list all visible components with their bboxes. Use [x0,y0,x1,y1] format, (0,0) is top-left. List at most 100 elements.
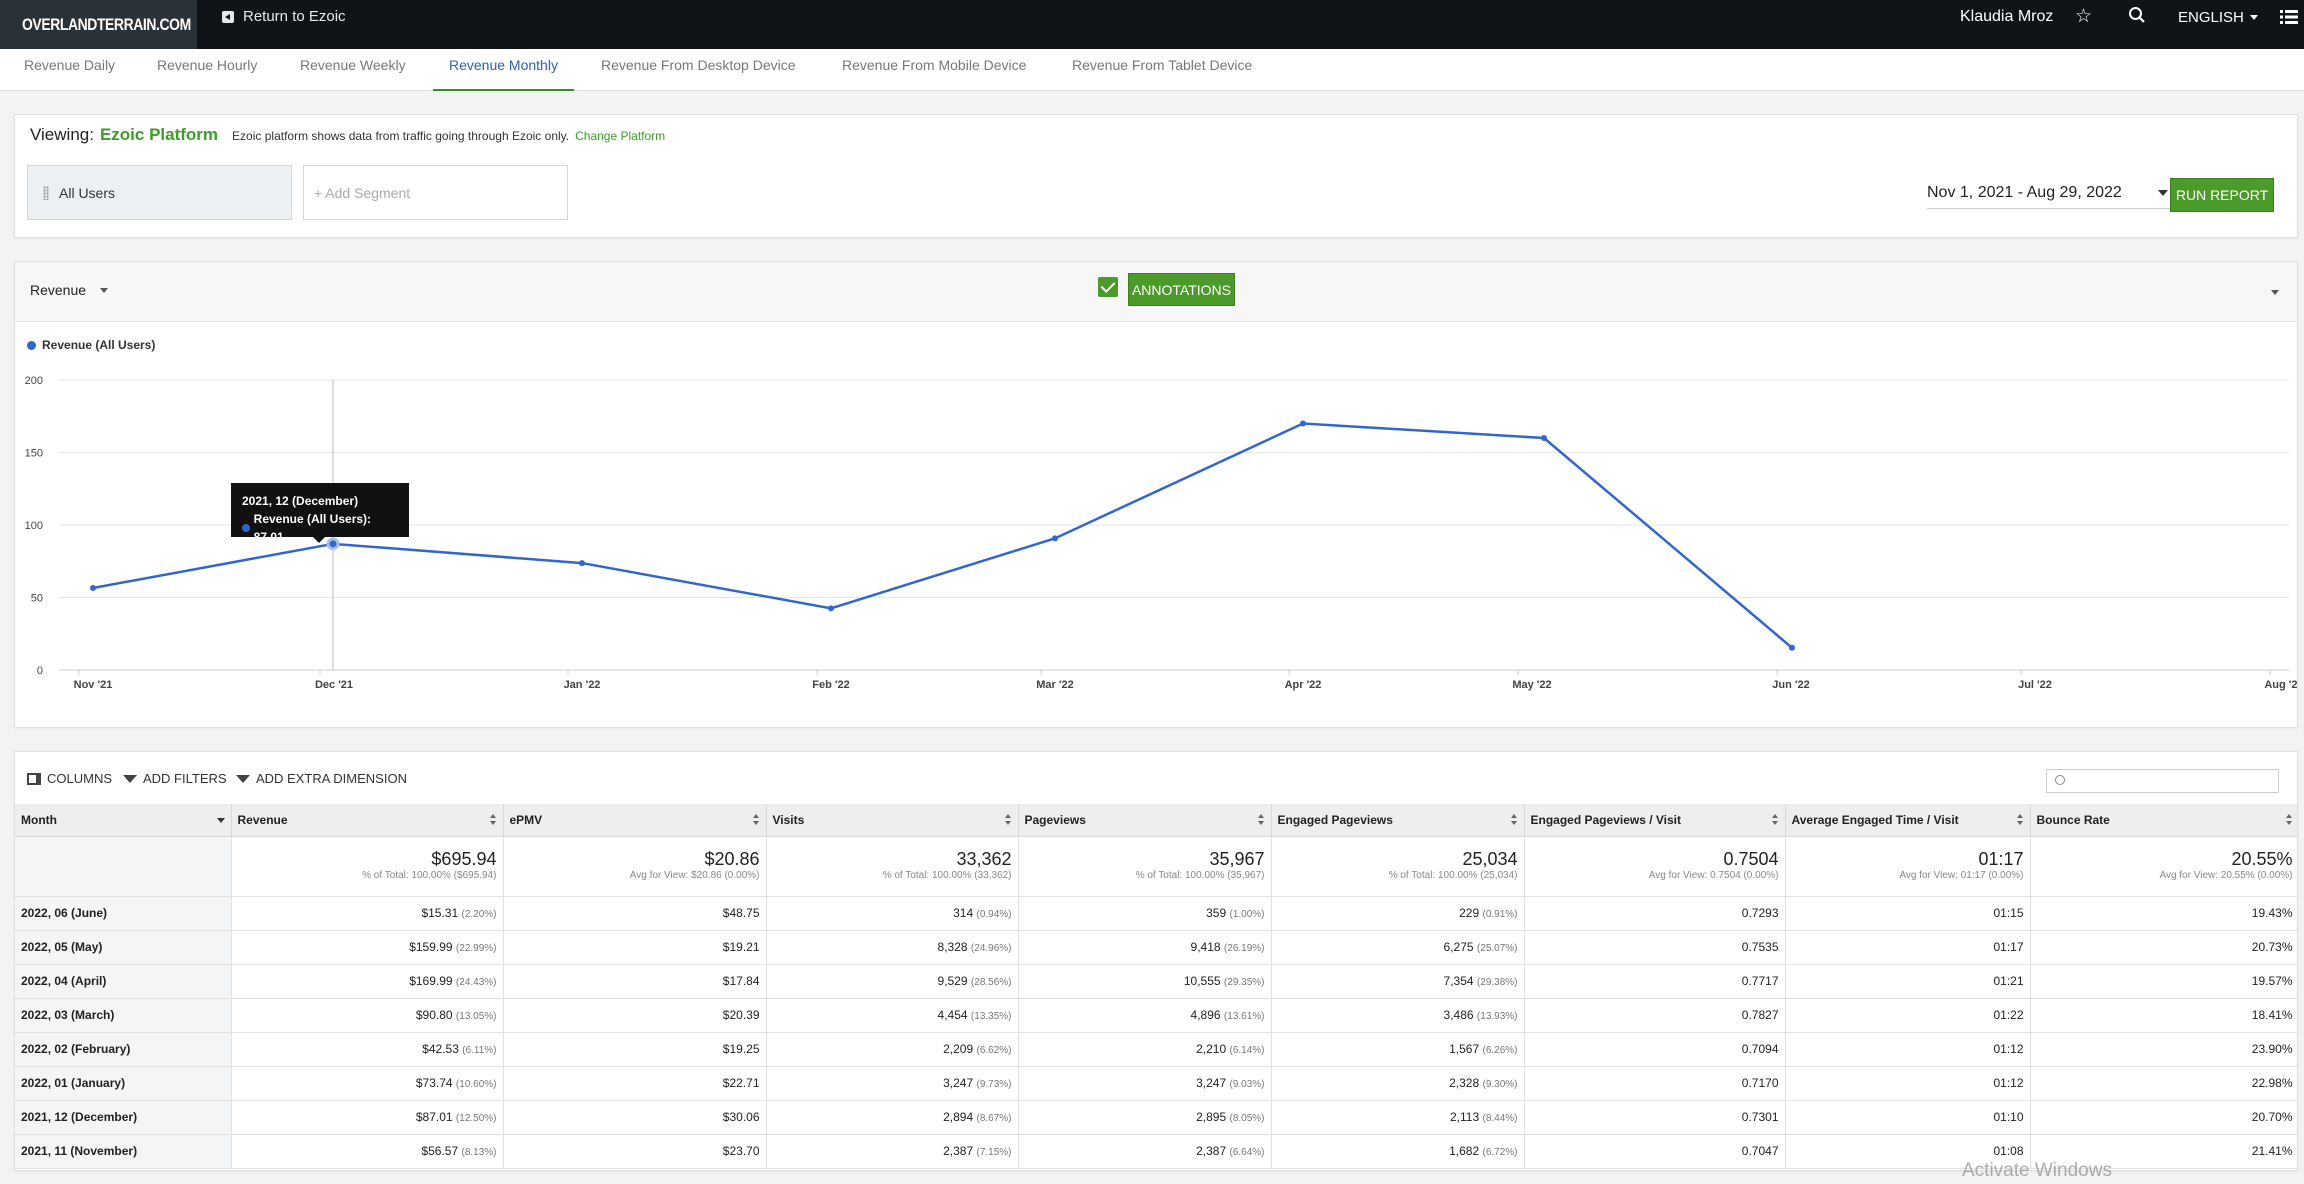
cell-value: 2,328 [1449,1076,1480,1090]
cell-percent: (6.14%) [1229,1045,1265,1056]
column-header-label: Engaged Pageviews / Visit [1530,812,1682,827]
cell-value: 01:21 [1993,974,2024,988]
table-row[interactable]: 2022, 06 (June) $15.31 (2.20%) $48.75 314 (… [15,896,2297,931]
table-search-input[interactable] [2046,769,2279,793]
table-body: $695.94% of Total: 100.00% ($695.94) $20.… [15,836,2297,1169]
cell-percent: (6.64%) [1229,1147,1265,1158]
cell-value: 2021, 12 (December) [21,1110,138,1124]
change-platform-link[interactable]: Change Platform [575,129,665,143]
search-icon[interactable] [2128,6,2146,24]
cell-value: 9,418 [1190,940,1221,954]
add-segment-button[interactable]: + Add Segment [303,165,568,220]
column-header[interactable]: Bounce Rate [2030,804,2297,837]
table-cell-revenue: $15.31 (2.20%) [231,896,504,931]
column-header[interactable]: Pageviews [1018,804,1272,837]
cell-value: 19.43% [2251,906,2293,920]
column-header-label: ePMV [509,812,543,827]
sort-icon[interactable] [752,814,759,826]
viewing-platform: Viewing: Ezoic Platform Ezoic platform s… [30,125,665,145]
add-filters-label: ADD FILTERS [143,771,227,786]
cell-value: 8,328 [937,940,968,954]
table-cell-time: 01:17 [1785,930,2031,965]
chevron-down-icon[interactable] [216,818,225,823]
collapse-chart-icon[interactable] [2271,290,2279,295]
column-header[interactable]: ePMV [503,804,767,837]
sort-icon[interactable] [489,814,496,826]
metric-dropdown[interactable]: Revenue [30,282,109,298]
tab-revenue-monthly[interactable]: Revenue Monthly [433,49,574,91]
add-filters-button[interactable]: ADD FILTERS [123,771,227,786]
table-row[interactable]: 2022, 04 (April) $169.99 (24.43%) $17.84 9,… [15,964,2297,999]
sort-icon[interactable] [1257,814,1264,826]
add-dimension-button[interactable]: ADD EXTRA DIMENSION [236,771,407,786]
menu-list-icon[interactable] [2280,10,2298,24]
sort-icon[interactable] [1771,814,1778,826]
column-header[interactable]: Engaged Pageviews / Visit [1524,804,1786,837]
drag-handle-icon[interactable] [43,185,49,200]
cell-value: $48.75 [722,906,760,920]
sort-icon[interactable] [1004,814,1011,826]
x-tick-label: Apr '22 [1285,679,1322,691]
tab-revenue-desktop[interactable]: Revenue From Desktop Device [585,49,812,91]
tab-revenue-daily[interactable]: Revenue Daily [8,49,131,91]
cell-percent: (13.35%) [970,1011,1012,1022]
cell-value: 6,275 [1443,940,1474,954]
sort-icon[interactable] [1510,814,1517,826]
platform-description: Ezoic platform shows data from traffic g… [232,129,570,143]
date-range-picker[interactable]: Nov 1, 2021 - Aug 29, 2022 [1927,184,2172,209]
total-subtext: Avg for View: 0.7504 (0.00%) [1648,869,1779,881]
table-row[interactable]: 2022, 01 (January) $73.74 (10.60%) $22.71 3… [15,1066,2297,1101]
sort-icon[interactable] [2285,814,2292,826]
cell-value: 2022, 01 (January) [21,1076,126,1090]
table-row[interactable]: 2022, 02 (February) $42.53 (6.11%) $19.25 2… [15,1032,2297,1067]
table-cell-month: 2021, 11 (November) [15,1134,232,1169]
table-cell-visits: 4,454 (13.35%) [766,998,1019,1033]
cell-value: 20.73% [2251,940,2293,954]
cell-value: 314 [953,906,974,920]
sort-icon[interactable] [2016,814,2023,826]
segment-card: Viewing: Ezoic Platform Ezoic platform s… [14,114,2298,238]
total-value: 01:17 [1978,848,2024,869]
cell-value: $23.70 [722,1144,760,1158]
columns-button[interactable]: COLUMNS [27,771,112,786]
table-row[interactable]: 2021, 11 (November) $56.57 (8.13%) $23.70 2… [15,1134,2297,1169]
cell-value: 19.57% [2251,974,2293,988]
run-report-button[interactable]: RUN REPORT [2170,178,2274,212]
star-icon[interactable]: ☆ [2075,5,2092,28]
cell-percent: (13.61%) [1223,1011,1265,1022]
annotations-button[interactable]: ANNOTATIONS [1128,273,1235,306]
cell-percent: (29.38%) [1476,977,1518,988]
column-header[interactable]: Revenue [231,804,504,837]
return-to-ezoic-link[interactable]: Return to Ezoic [222,8,346,25]
cell-value: 1,682 [1449,1144,1480,1158]
table-row[interactable]: 2022, 03 (March) $90.80 (13.05%) $20.39 4,4… [15,998,2297,1033]
column-header[interactable]: Visits [766,804,1019,837]
cell-percent: (7.15%) [976,1147,1012,1158]
table-cell-bounce: 23.90% [2030,1032,2297,1067]
table-cell-epv: 0.7827 [1524,998,1786,1033]
table-row[interactable]: 2022, 05 (May) $159.99 (22.99%) $19.21 8,32… [15,930,2297,965]
column-header[interactable]: Month [15,804,232,837]
tab-revenue-hourly[interactable]: Revenue Hourly [141,49,273,91]
cell-value: 3,247 [1196,1076,1227,1090]
tab-revenue-weekly[interactable]: Revenue Weekly [284,49,422,91]
tab-revenue-mobile[interactable]: Revenue From Mobile Device [826,49,1042,91]
table-cell-visits: 2,209 (6.62%) [766,1032,1019,1067]
cell-percent: (8.13%) [461,1147,497,1158]
total-value: 20.55% [2231,848,2293,869]
language-dropdown[interactable]: ENGLISH [2178,9,2258,26]
cell-value: 7,354 [1443,974,1474,988]
table-row[interactable]: 2021, 12 (December) $87.01 (12.50%) $30.06… [15,1100,2297,1135]
annotations-checkbox[interactable] [1098,277,1118,297]
x-tick-label: May '22 [1512,679,1551,691]
column-header[interactable]: Engaged Pageviews [1271,804,1525,837]
data-point [1052,535,1058,542]
tab-revenue-tablet[interactable]: Revenue From Tablet Device [1056,49,1268,91]
site-brand-label: OVERLANDTERRAIN.COM [22,14,191,34]
totals-cell: $695.94% of Total: 100.00% ($695.94) [231,836,504,897]
user-name[interactable]: Klaudia Mroz [1960,8,2053,26]
totals-cell: 33,362% of Total: 100.00% (33,362) [766,836,1019,897]
segment-all-users[interactable]: All Users [27,165,292,220]
column-header[interactable]: Average Engaged Time / Visit [1785,804,2031,837]
site-brand[interactable]: OVERLANDTERRAIN.COM [0,0,197,49]
